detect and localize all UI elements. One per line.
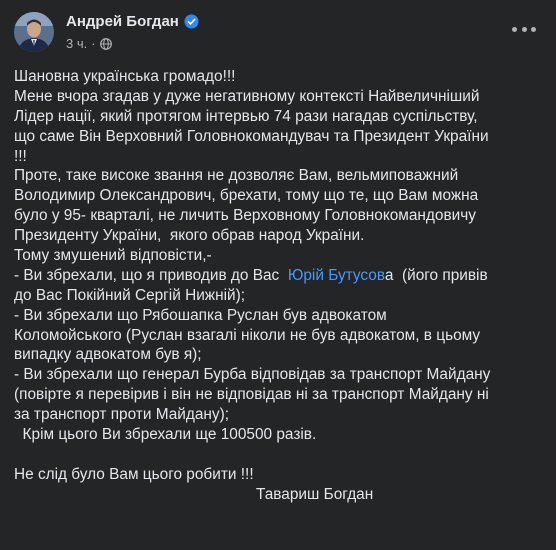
facebook-post: Андрей Богдан 3 ч. · Шановна українська … — [0, 0, 556, 550]
post-line: випадку адвокатом був я); — [14, 346, 202, 364]
post-line: Коломойського (Руслан взагалі ніколи не … — [14, 326, 481, 344]
post-line: Володимир Олександрович, брехати, тому щ… — [14, 187, 479, 205]
avatar[interactable] — [14, 12, 54, 52]
post-line: - Ви збрехали що Рябошапка Руслан був ад… — [14, 306, 387, 324]
author-name[interactable]: Андрей Богдан — [66, 13, 199, 30]
post-line: Мене вчора згадав у дуже негативному кон… — [14, 87, 480, 105]
post-line: Лідер нації, який протягом інтервью 74 р… — [14, 107, 478, 125]
post-text: - Ви збрехали, що я приводив до Вас — [14, 266, 288, 284]
meta-separator: · — [91, 36, 96, 51]
verified-badge-icon — [184, 14, 199, 29]
post-body: Шановна українська громадо!!! Мене вчора… — [14, 67, 542, 505]
mention-link[interactable]: Юрій Бутусов — [288, 267, 385, 284]
post-text: а (його привів — [384, 266, 488, 284]
author-name-text[interactable]: Андрей Богдан — [66, 13, 179, 30]
post-line: - Ви збрехали що генерал Бурба відповіда… — [14, 366, 491, 384]
post-line: Президенту України, якого обрав народ Ук… — [14, 227, 365, 245]
post-meta: 3 ч. · — [66, 36, 112, 51]
post-line-with-mention: - Ви збрехали, що я приводив до Вас Юрій… — [14, 266, 542, 286]
post-time[interactable]: 3 ч. — [66, 36, 87, 51]
post-line: до Вас Покійний Сергій Нижній); — [14, 286, 246, 304]
post-line: Проте, таке високе звання не дозволяє Ва… — [14, 167, 459, 185]
post-line: було у 95- кварталі, не личить Верховном… — [14, 207, 476, 225]
avatar-image — [14, 12, 54, 52]
post-line: !!! — [14, 147, 27, 165]
signature: Тавариш Богдан — [256, 485, 374, 503]
globe-icon[interactable] — [99, 37, 112, 50]
post-line: Тому змушений відповісти,- — [14, 247, 212, 265]
post-line: Шановна українська громадо!!! — [14, 68, 236, 85]
post-line: Не слід було Вам цього робити !!! — [14, 465, 254, 483]
more-options-icon[interactable] — [512, 20, 536, 38]
post-line: що саме Він Верховний Головнокомандувач … — [14, 127, 489, 145]
post-line: Крім цього Ви збрехали ще 100500 разів. — [14, 426, 317, 444]
post-header: Андрей Богдан 3 ч. · — [14, 8, 556, 58]
post-line: (повірте я перевірив і він не відповідав… — [14, 386, 489, 404]
post-line: за транспорт проти Майдану); — [14, 406, 230, 424]
